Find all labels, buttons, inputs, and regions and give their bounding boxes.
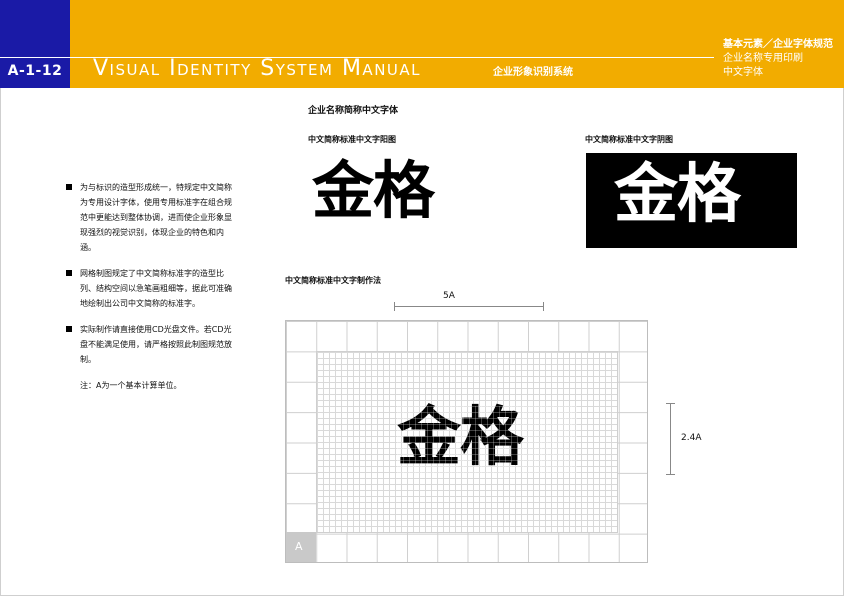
- list-item: 为与标识的造型形成统一，特规定中文简称为专用设计字体，使用专用标准字在组合规范中…: [66, 180, 236, 255]
- page-code: A-1-12: [7, 63, 63, 79]
- unit-cell: A: [286, 532, 316, 562]
- negative-label: 中文简称标准中文字阴图: [585, 135, 673, 144]
- logo-negative-box: 金格: [586, 153, 797, 248]
- section-line: 企业名称专用印刷: [723, 53, 803, 64]
- section-line: 中文字体: [723, 67, 763, 78]
- manual-subtitle: 企业形象识别系统: [493, 67, 573, 78]
- page-code-box: A-1-12: [0, 0, 70, 88]
- fine-grid: 金格: [316, 351, 618, 533]
- construction-grid: 金格 A: [285, 320, 648, 563]
- construction-label: 中文简称标准中文字制作法: [285, 276, 381, 285]
- header-bar: A-1-12 Visual Identity System Manual 企业形…: [0, 0, 844, 88]
- unit-note: 注：A为一个基本计算单位。: [80, 381, 182, 390]
- positive-label: 中文简称标准中文字阳图: [308, 135, 396, 144]
- bullet-text: 为与标识的造型形成统一，特规定中文简称为专用设计字体，使用专用标准字在组合规范中…: [80, 183, 232, 252]
- logo-on-grid: 金格: [397, 401, 524, 475]
- dimension-height-label: 2.4A: [681, 433, 702, 443]
- logo-positive: 金格: [312, 154, 435, 227]
- bullet-square-icon: [66, 270, 72, 276]
- bullet-square-icon: [66, 184, 72, 190]
- list-item: 网格制图规定了中文简称标准字的造型比列、结构空间以急笔画粗细等，据此可准确地绘制…: [66, 266, 236, 311]
- bullet-square-icon: [66, 326, 72, 332]
- page-title: 企业名称简称中文字体: [308, 106, 399, 116]
- dimension-height-line: [666, 403, 675, 475]
- bullet-text: 网格制图规定了中文简称标准字的造型比列、结构空间以急笔画粗细等，据此可准确地绘制…: [80, 269, 232, 308]
- dimension-width-line: [394, 302, 544, 311]
- section-line: 基本元素／企业字体规范: [723, 39, 833, 50]
- bullet-text: 实际制作请直接使用CD光盘文件。若CD光盘不能满足使用，请严格按照此制图规范放制…: [80, 325, 232, 364]
- section-info: 基本元素／企业字体规范 企业名称专用印刷 中文字体: [723, 38, 833, 80]
- unit-label: A: [295, 540, 303, 553]
- dimension-width-label: 5A: [443, 291, 455, 301]
- code-box-rule: [0, 57, 70, 58]
- manual-title: Visual Identity System Manual: [93, 56, 422, 81]
- description-list: 为与标识的造型形成统一，特规定中文简称为专用设计字体，使用专用标准字在组合规范中…: [66, 180, 236, 393]
- logo-negative: 金格: [614, 158, 741, 232]
- list-item: 实际制作请直接使用CD光盘文件。若CD光盘不能满足使用，请严格按照此制图规范放制…: [66, 322, 236, 367]
